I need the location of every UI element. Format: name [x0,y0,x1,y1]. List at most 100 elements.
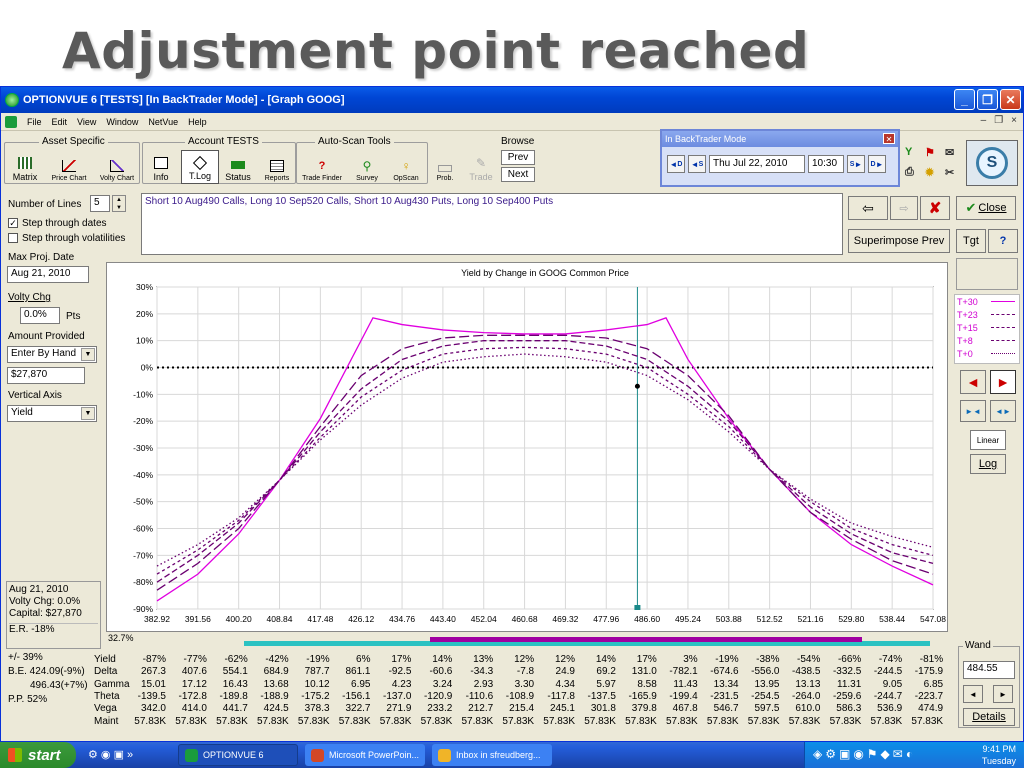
task-optionvue[interactable]: OPTIONVUE 6 [178,744,298,766]
task-inbox[interactable]: Inbox in sfreudberg... [432,744,552,766]
maximize-button[interactable]: ❐ [977,89,998,110]
cancel-x-button[interactable]: ✘ [920,196,950,220]
task-powerpoint[interactable]: Microsoft PowerPoin... [305,744,425,766]
start-button[interactable]: start [0,742,76,768]
sun-icon[interactable]: ✹ [925,166,937,179]
window-titlebar[interactable]: OPTIONVUE 6 [TESTS] [In BackTrader Mode]… [1,87,1023,113]
prob-button[interactable]: Prob. [426,150,464,184]
mdi-restore-button[interactable]: ❐ [994,115,1003,126]
close-graph-button[interactable]: ✔ Close [956,196,1016,220]
mdi-close-button[interactable]: × [1011,115,1017,126]
num-lines-spinner[interactable]: ▲ ▼ [112,195,126,212]
y-tick-label: -70% [133,550,153,560]
legend-swatch [991,314,1015,315]
menu-help[interactable]: Help [188,117,207,127]
strategy-description[interactable]: Short 10 Aug490 Calls, Long 10 Sep520 Ca… [141,193,843,255]
tools-icon[interactable]: ✂ [945,166,957,179]
wand-value-input[interactable]: 484.55 [963,661,1015,679]
menu-window[interactable]: Window [106,117,138,127]
x-tick-label: 434.76 [389,614,415,624]
tlog-button[interactable]: T.Log [181,150,219,184]
browse-next-button[interactable]: Next [501,167,535,182]
table-cell: 24.9 [555,666,575,678]
num-lines-input[interactable]: 5 [90,195,110,212]
mail-icon [438,748,451,762]
close-window-button[interactable]: ✕ [1000,89,1021,110]
table-cell: 233.2 [427,703,453,715]
shift-left-button[interactable]: ◄ [960,370,986,394]
browse-prev-button[interactable]: Prev [501,150,535,165]
legend: T+30 T+23 T+15 T+8 T+0 [954,294,1020,364]
matrix-button[interactable]: Matrix [6,150,44,184]
survey-button[interactable]: ⚲ Survey [348,150,386,184]
yield-chart[interactable]: Yield by Change in GOOG Common Price 382.… [107,263,949,633]
amount-mode-select[interactable]: Enter By Hand ▼ [7,346,97,363]
task-label: Inbox in sfreudberg... [456,750,541,760]
forward-arrow-button[interactable]: ⇨ [890,196,918,220]
price-chart-button[interactable]: Price Chart [50,150,88,184]
details-button[interactable]: Details [963,708,1015,726]
status-button[interactable]: Status [219,150,257,184]
table-cell: 11.43 [673,678,698,690]
table-cell: -139.5 [137,690,166,702]
compress-button[interactable]: ►◄ [960,400,986,422]
taskbar: start ⚙ ◉ ▣ » OPTIONVUE 6 Microsoft Powe… [0,742,1024,768]
vertical-axis-select[interactable]: Yield ▼ [7,405,97,422]
step-dates-checkbox[interactable]: ✓ [8,218,18,229]
expand-button[interactable]: ◄► [990,400,1016,422]
quicklaunch-icons[interactable]: ⚙ ◉ ▣ » [88,748,133,761]
menu-view[interactable]: View [77,117,96,127]
table-cell: -782.1 [669,666,698,678]
volty-chg-input[interactable]: 0.0% [20,307,60,324]
menu-edit[interactable]: Edit [52,117,68,127]
forward-day-button[interactable]: D ► [868,155,886,173]
step-vols-checkbox[interactable] [8,233,18,244]
info-button[interactable]: Info [142,150,180,184]
forward-step-button[interactable]: S ► [847,155,865,173]
opscan-button[interactable]: ♀ OpScan [387,150,425,184]
back-arrow-button[interactable]: ⇦ [848,196,888,220]
table-cell: 414.0 [181,703,207,715]
table-cell: 57.83K [338,715,371,727]
table-cell: 17% [636,654,657,665]
backtrader-time-field[interactable]: 10:30 [808,155,844,173]
table-cell: -77% [183,654,207,665]
print-icon[interactable]: ⎙ [905,166,917,178]
linear-button[interactable]: Linear [970,430,1006,450]
reports-button[interactable]: Reports [258,150,296,184]
table-cell: -223.7 [914,690,944,702]
minimize-button[interactable]: _ [954,89,975,110]
mdi-minimize-button[interactable]: – [981,115,987,126]
volty-chart-button[interactable]: Volty Chart [98,150,136,184]
tray-icons[interactable]: ◈⚙▣◉⚑◆✉◐ [813,747,916,761]
amount-value-input[interactable]: $27,870 [7,367,85,384]
tgt-button[interactable]: Tgt [956,229,986,253]
log-button[interactable]: Log [970,454,1006,474]
tlog-icon [192,155,208,171]
max-proj-input[interactable]: Aug 21, 2010 [7,266,89,283]
table-cell: 57.83K [502,715,535,727]
yield-icon[interactable]: Y [905,146,917,158]
back-month-button[interactable]: ◄ D [667,155,685,173]
table-cell: 267.3 [140,666,166,678]
trade-button[interactable]: ✎ Trade [462,150,500,184]
wand-right-button[interactable]: ► [993,685,1013,703]
help-button[interactable]: ? [988,229,1018,253]
wand-left-button[interactable]: ◄ [963,685,983,703]
back-step-button[interactable]: ◄ S [688,155,706,173]
trade-finder-button[interactable]: ? Trade Finder [298,150,346,184]
edit-icon[interactable]: ✉ [945,146,957,159]
flag-icon[interactable]: ⚑ [925,146,937,159]
shift-right-button[interactable]: ► [990,370,1016,394]
s-logo[interactable]: S [966,140,1018,186]
y-tick-label: -30% [133,443,153,453]
menu-file[interactable]: File [27,117,42,127]
table-cell: 424.5 [263,703,289,715]
table-cell: -92.5 [388,666,412,678]
menu-netvue[interactable]: NetVue [148,117,178,127]
backtrader-close-button[interactable]: ✕ [883,133,895,144]
backtrader-date-field[interactable]: Thu Jul 22, 2010 [709,155,805,173]
superimpose-prev-button[interactable]: Superimpose Prev [848,229,950,253]
table-cell: -66% [837,654,862,665]
optionvue-icon [185,748,198,762]
